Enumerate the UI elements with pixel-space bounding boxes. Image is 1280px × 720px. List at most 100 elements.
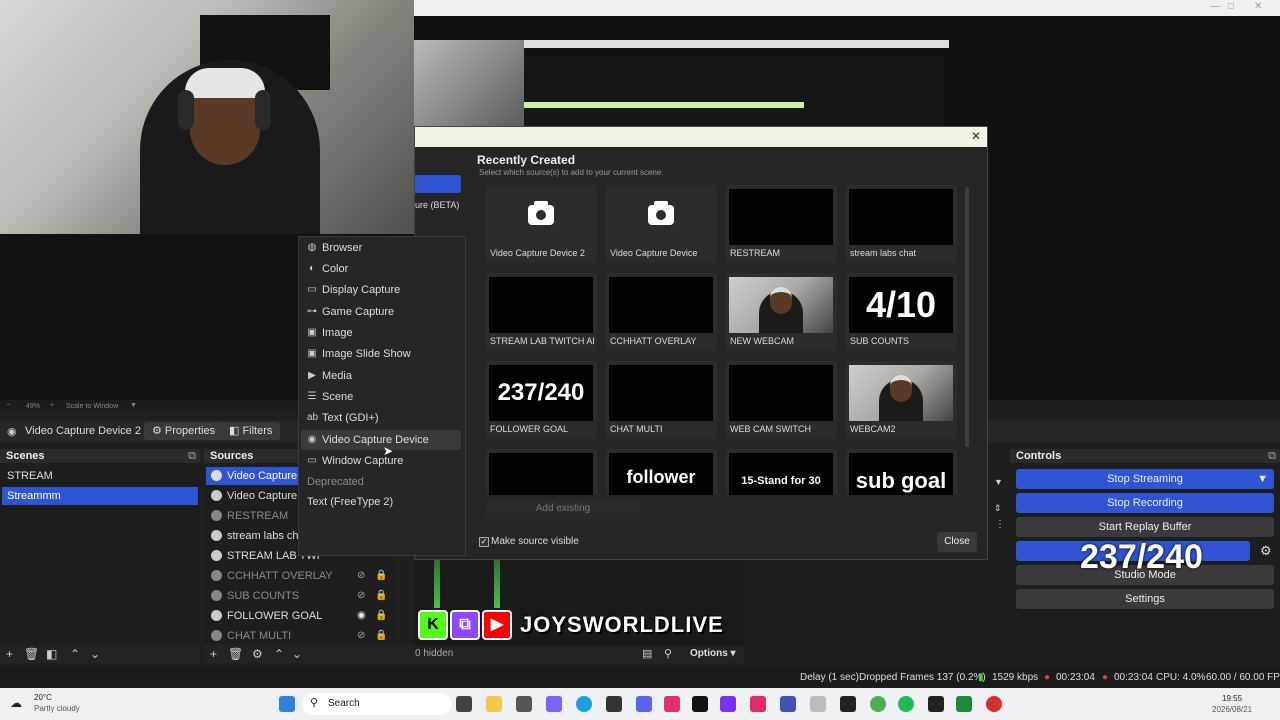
close-button[interactable]: Close bbox=[937, 532, 977, 552]
source-tile[interactable]: 15-Stand for 30 mins bbox=[725, 449, 837, 495]
source-tile[interactable]: RESTREAM bbox=[725, 185, 837, 263]
menu-item-window-capture[interactable]: ▭ Window Capture bbox=[301, 451, 461, 471]
source-tile[interactable]: follower goal bbox=[605, 449, 717, 495]
menu-item-color[interactable]: ◐ Color bbox=[301, 259, 461, 279]
stop-streaming-button[interactable]: Stop Streaming ▼ bbox=[1016, 469, 1274, 489]
source-tile[interactable]: 237/240 FOLLOWER GOAL bbox=[485, 361, 597, 439]
scene-item[interactable]: STREAM bbox=[2, 467, 198, 485]
source-tile[interactable]: 4/10 SUB COUNTS bbox=[845, 273, 957, 351]
instagram-icon[interactable] bbox=[664, 696, 680, 712]
zoom-mode[interactable]: Scale to Window bbox=[66, 403, 118, 410]
source-tile[interactable] bbox=[485, 449, 597, 495]
app-icon[interactable] bbox=[546, 696, 562, 712]
menu-item-display-capture[interactable]: ▭ Display Capture bbox=[301, 280, 461, 300]
filter-icon[interactable]: ◧ bbox=[46, 647, 57, 661]
app-icon[interactable] bbox=[928, 696, 944, 712]
app-icon[interactable] bbox=[810, 696, 826, 712]
chevron-down-icon[interactable]: ▼ bbox=[1257, 469, 1268, 489]
source-item[interactable]: SUB COUNTS ⊘ 🔒 bbox=[206, 587, 392, 605]
more-icon[interactable]: ⋮ bbox=[995, 519, 1005, 530]
menu-item-browser[interactable]: ◍ Browser bbox=[301, 238, 461, 258]
eye-icon[interactable]: ◉ bbox=[357, 610, 368, 621]
link-icon[interactable]: ⚲ bbox=[664, 647, 672, 660]
move-down-icon[interactable]: ⌄ bbox=[90, 647, 100, 661]
terminal-icon[interactable] bbox=[840, 696, 856, 712]
app-icon[interactable] bbox=[750, 696, 766, 712]
zoom-minus-icon[interactable]: − bbox=[6, 402, 10, 409]
source-tile[interactable]: WEB CAM SWITCH bbox=[725, 361, 837, 439]
source-item[interactable]: CHAT MULTI ⊘ 🔒 bbox=[206, 627, 392, 645]
trash-icon[interactable]: 🗑 bbox=[24, 647, 39, 661]
menu-item-media[interactable]: ▶ Media bbox=[301, 366, 461, 386]
stop-recording-button[interactable]: Stop Recording bbox=[1016, 493, 1274, 513]
taskbar-search[interactable]: ⚲ Search bbox=[302, 693, 452, 715]
lock-icon[interactable]: 🔒 bbox=[375, 570, 387, 581]
file-explorer-icon[interactable] bbox=[486, 696, 502, 712]
source-tile[interactable]: WEBCAM2 bbox=[845, 361, 957, 439]
gear-icon[interactable]: ⚙ bbox=[252, 647, 263, 661]
source-tile[interactable]: Video Capture Device 2 bbox=[485, 185, 597, 263]
weather-icon[interactable]: ☁ bbox=[10, 696, 22, 710]
layout-icon[interactable]: ▤ bbox=[642, 647, 652, 660]
maximize-icon[interactable]: □ bbox=[1228, 1, 1234, 12]
app-icon[interactable] bbox=[780, 696, 796, 712]
menu-item-video-capture[interactable]: ◉ Video Capture Device bbox=[301, 430, 461, 450]
lock-icon[interactable]: 🔒 bbox=[375, 590, 387, 601]
trash-icon[interactable]: 🗑 bbox=[228, 647, 243, 661]
undock-icon[interactable]: ⧉ bbox=[188, 449, 196, 463]
eye-hidden-icon[interactable]: ⊘ bbox=[357, 570, 368, 581]
menu-item-scene[interactable]: ☰ Scene bbox=[301, 387, 461, 407]
source-tile[interactable]: CHAT MULTI bbox=[605, 361, 717, 439]
obs-icon[interactable] bbox=[606, 696, 622, 712]
discord-icon[interactable] bbox=[636, 696, 652, 712]
move-up-icon[interactable]: ⌃ bbox=[274, 647, 284, 661]
chevron-down-icon[interactable]: ▼ bbox=[130, 402, 137, 409]
menu-item-text-gdi[interactable]: ab Text (GDI+) bbox=[301, 408, 461, 428]
scene-item-selected[interactable]: Streammm bbox=[2, 487, 198, 505]
source-tile[interactable]: Video Capture Device bbox=[605, 185, 717, 263]
eye-hidden-icon[interactable]: ⊘ bbox=[357, 590, 368, 601]
dialog-scrollbar[interactable] bbox=[965, 187, 969, 447]
source-tile[interactable]: STREAM LAB TWITCH ALER bbox=[485, 273, 597, 351]
source-item[interactable]: FOLLOWER GOAL ◉ 🔒 bbox=[206, 607, 392, 625]
add-icon[interactable]: + bbox=[210, 647, 217, 661]
source-tile[interactable]: CCHHATT OVERLAY bbox=[605, 273, 717, 351]
close-icon[interactable]: ✕ bbox=[971, 129, 981, 143]
gear-icon[interactable]: ⚙ bbox=[1260, 543, 1272, 559]
camera-app-icon[interactable] bbox=[516, 696, 532, 712]
category-selected[interactable] bbox=[415, 175, 461, 193]
category-item[interactable]: ure (BETA) bbox=[415, 200, 459, 210]
source-tile[interactable]: stream labs chat bbox=[845, 185, 957, 263]
undock-icon[interactable]: ⧉ bbox=[1268, 449, 1276, 463]
chevron-down-icon[interactable]: ▼ bbox=[994, 477, 1003, 487]
spotify-icon[interactable] bbox=[898, 696, 914, 712]
chrome-icon[interactable] bbox=[870, 696, 886, 712]
source-tile[interactable]: NEW WEBCAM bbox=[725, 273, 837, 351]
menu-item-game-capture[interactable]: ⊶ Game Capture bbox=[301, 302, 461, 322]
tiktok-icon[interactable] bbox=[692, 696, 708, 712]
task-view-icon[interactable] bbox=[456, 696, 472, 712]
lock-icon[interactable]: 🔒 bbox=[375, 630, 387, 641]
eye-hidden-icon[interactable]: ⊘ bbox=[357, 630, 368, 641]
menu-item-image[interactable]: ▣ Image bbox=[301, 323, 461, 343]
move-down-icon[interactable]: ⌄ bbox=[292, 647, 302, 661]
filters-button[interactable]: ◧ Filters bbox=[221, 422, 281, 440]
options-button[interactable]: Options ▾ bbox=[690, 648, 736, 659]
properties-button[interactable]: ⚙ Properties bbox=[144, 422, 224, 440]
windows-start-icon[interactable] bbox=[279, 696, 295, 712]
stepper-icon[interactable]: ⇕ bbox=[994, 503, 1002, 514]
add-icon[interactable]: + bbox=[6, 647, 13, 661]
close-window-icon[interactable]: ✕ bbox=[1254, 1, 1262, 12]
menu-item-text-freetype[interactable]: Text (FreeType 2) bbox=[301, 492, 461, 512]
make-visible-checkbox[interactable]: ✓ bbox=[479, 537, 489, 547]
settings-button[interactable]: Settings bbox=[1016, 589, 1274, 609]
move-up-icon[interactable]: ⌃ bbox=[70, 647, 80, 661]
add-existing-button[interactable]: Add existing bbox=[485, 499, 641, 519]
app-icon[interactable] bbox=[956, 696, 972, 712]
source-item[interactable]: CCHHATT OVERLAY ⊘ 🔒 bbox=[206, 567, 392, 585]
app-icon[interactable] bbox=[720, 696, 736, 712]
source-tile[interactable]: sub goal bbox=[845, 449, 957, 495]
zoom-plus-icon[interactable]: + bbox=[50, 402, 54, 409]
lock-icon[interactable]: 🔒 bbox=[375, 610, 387, 621]
menu-item-image-slide-show[interactable]: ▣ Image Slide Show bbox=[301, 344, 461, 364]
